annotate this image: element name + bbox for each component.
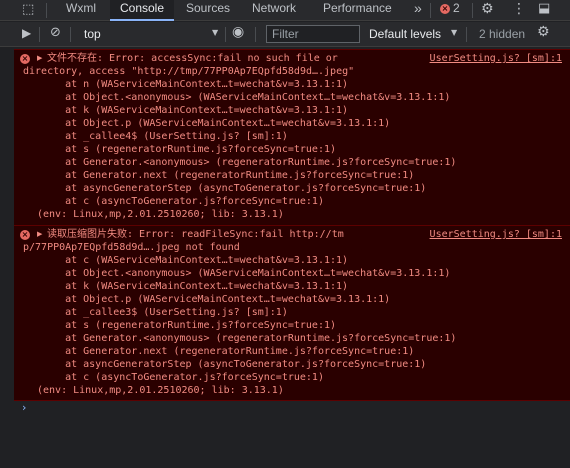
expand-triangle-icon[interactable]: ▶ bbox=[37, 54, 42, 62]
tab-sources[interactable]: Sources bbox=[186, 0, 230, 21]
stack-frame[interactable]: at _callee3$ (UserSetting.js? [sm]:1) bbox=[41, 306, 288, 319]
divider bbox=[225, 27, 226, 42]
stack-frame[interactable]: at c (asyncToGenerator.js?forceSync=true… bbox=[41, 371, 324, 384]
stack-frame[interactable]: at asyncGeneratorStep (asyncToGenerator.… bbox=[41, 182, 426, 195]
stack-frame[interactable]: at Generator.<anonymous> (regeneratorRun… bbox=[41, 156, 456, 169]
chevron-down-icon[interactable]: ▼ bbox=[212, 28, 218, 37]
hidden-count: 2 hidden bbox=[479, 27, 526, 41]
tab-console[interactable]: Console bbox=[110, 0, 174, 21]
stack-frame[interactable]: at asyncGeneratorStep (asyncToGenerator.… bbox=[41, 358, 426, 371]
divider bbox=[39, 27, 40, 42]
expand-triangle-icon[interactable]: ▶ bbox=[37, 230, 42, 238]
env-info: (env: Linux,mp,2.01.2510260; lib: 3.13.1… bbox=[37, 209, 284, 220]
more-tabs-button[interactable]: » bbox=[414, 0, 422, 21]
stack-frame[interactable]: at k (WAServiceMainContext…t=wechat&v=3.… bbox=[41, 280, 348, 293]
error-icon: × bbox=[20, 54, 30, 64]
stack-frame[interactable]: at Generator.next (regeneratorRuntime.js… bbox=[41, 169, 414, 182]
tab-performance[interactable]: Performance bbox=[323, 0, 392, 21]
context-selector[interactable]: top bbox=[84, 26, 101, 42]
error-message: × ▶ UserSetting.js? [sm]:1 读取压缩图片失败: Err… bbox=[14, 225, 570, 401]
divider bbox=[255, 27, 256, 42]
error-count-icon[interactable]: × bbox=[440, 4, 450, 14]
stack-frame[interactable]: at c (WAServiceMainContext…t=wechat&v=3.… bbox=[41, 254, 348, 267]
sidebar-toggle-icon[interactable]: ▶ bbox=[22, 26, 31, 40]
inspect-element-icon[interactable]: ⬚ bbox=[22, 2, 34, 17]
divider bbox=[70, 27, 71, 42]
stack-frame[interactable]: at Object.p (WAServiceMainContext…t=wech… bbox=[41, 293, 390, 306]
divider bbox=[472, 3, 473, 18]
console-gutter bbox=[0, 47, 14, 468]
console-toolbar: ▶ ⊘ top ▼ ◉ Filter Default levels ▼ 2 hi… bbox=[0, 22, 570, 47]
console-output: × ▶ UserSetting.js? [sm]:1 文件不存在: Error:… bbox=[0, 47, 570, 468]
error-source-link[interactable]: UserSetting.js? [sm]:1 bbox=[430, 52, 562, 65]
stack-frame[interactable]: at Object.p (WAServiceMainContext…t=wech… bbox=[41, 117, 390, 130]
stack-frame[interactable]: at _callee4$ (UserSetting.js? [sm]:1) bbox=[41, 130, 288, 143]
dock-side-icon[interactable]: ⬓ bbox=[538, 1, 550, 16]
error-text: 文件不存在: Error: accessSync:fail no such fi… bbox=[47, 53, 338, 64]
error-icon: × bbox=[20, 230, 30, 240]
stack-frame[interactable]: at Object.<anonymous> (WAServiceMainCont… bbox=[41, 267, 450, 280]
stack-frame[interactable]: at Generator.<anonymous> (regeneratorRun… bbox=[41, 332, 456, 345]
levels-dropdown[interactable]: Default levels bbox=[369, 26, 441, 42]
eye-icon[interactable]: ◉ bbox=[232, 24, 244, 40]
stack-frame[interactable]: at c (asyncToGenerator.js?forceSync=true… bbox=[41, 195, 324, 208]
error-text: 读取压缩图片失败: Error: readFileSync:fail http:… bbox=[47, 229, 344, 240]
divider bbox=[430, 3, 431, 18]
kebab-menu-icon[interactable]: ⋮ bbox=[512, 1, 526, 17]
divider bbox=[46, 3, 47, 18]
stack-frame[interactable]: at s (regeneratorRuntime.js?forceSync=tr… bbox=[41, 143, 336, 156]
error-text: p/77PP0Ap7EQpfd58d9d….jpeg not found bbox=[23, 242, 240, 253]
error-message: × ▶ UserSetting.js? [sm]:1 文件不存在: Error:… bbox=[14, 49, 570, 227]
tab-network[interactable]: Network bbox=[252, 0, 296, 21]
stack-frame[interactable]: at n (WAServiceMainContext…t=wechat&v=3.… bbox=[41, 78, 348, 91]
stack-frame[interactable]: at Object.<anonymous> (WAServiceMainCont… bbox=[41, 91, 450, 104]
error-count[interactable]: 2 bbox=[453, 0, 460, 21]
chevron-down-icon[interactable]: ▼ bbox=[451, 28, 457, 37]
error-source-link[interactable]: UserSetting.js? [sm]:1 bbox=[430, 228, 562, 241]
stack-frame[interactable]: at k (WAServiceMainContext…t=wechat&v=3.… bbox=[41, 104, 348, 117]
env-info: (env: Linux,mp,2.01.2510260; lib: 3.13.1… bbox=[37, 385, 284, 396]
gear-icon[interactable]: ⚙ bbox=[481, 1, 494, 17]
divider bbox=[466, 27, 467, 42]
clear-console-icon[interactable]: ⊘ bbox=[50, 25, 61, 40]
stack-frame[interactable]: at Generator.next (regeneratorRuntime.js… bbox=[41, 345, 414, 358]
error-text: directory, access "http://tmp/77PP0Ap7EQ… bbox=[23, 66, 355, 77]
tab-wxml[interactable]: Wxml bbox=[66, 0, 96, 21]
console-prompt[interactable]: › bbox=[22, 401, 26, 414]
gear-icon[interactable]: ⚙ bbox=[537, 24, 550, 40]
stack-frame[interactable]: at s (regeneratorRuntime.js?forceSync=tr… bbox=[41, 319, 336, 332]
filter-input[interactable]: Filter bbox=[266, 25, 360, 43]
devtools-tabbar: ⬚ Wxml Console Sources Network Performan… bbox=[0, 0, 570, 21]
